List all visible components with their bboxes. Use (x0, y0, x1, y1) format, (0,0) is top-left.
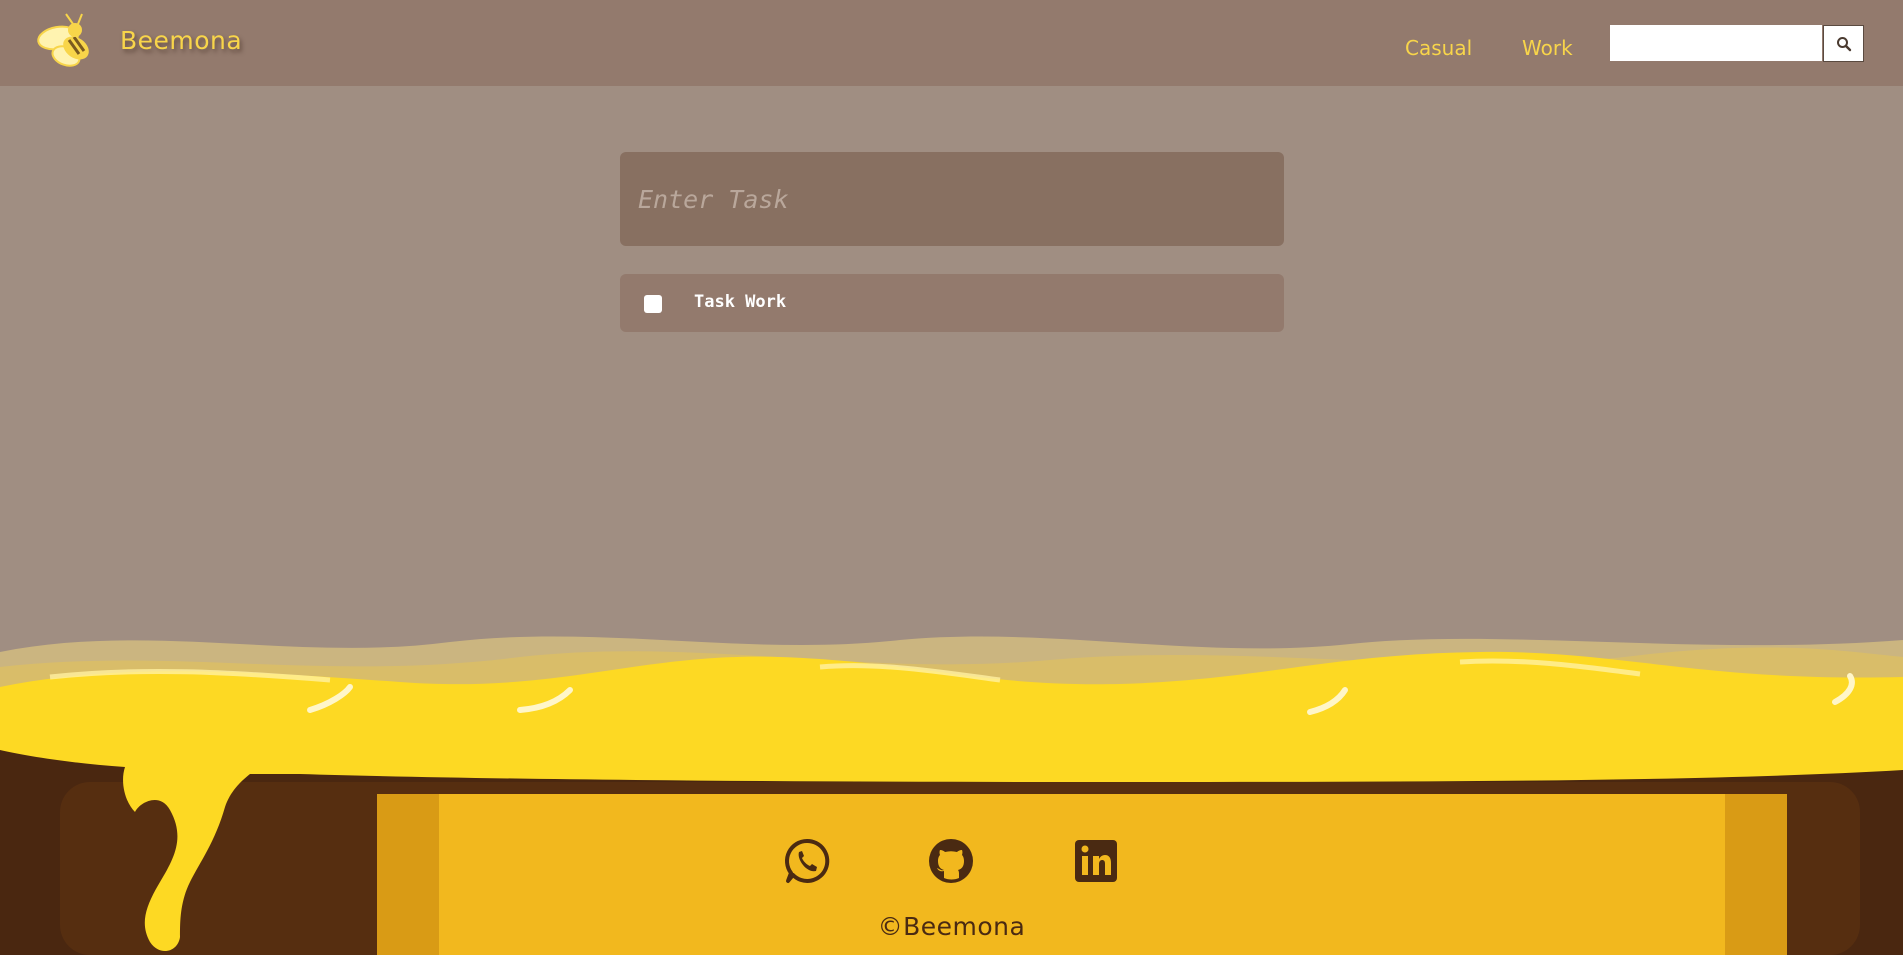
task-checkbox[interactable] (644, 295, 662, 313)
search-button[interactable] (1823, 25, 1864, 62)
search-icon (1836, 36, 1851, 51)
task-label: Task Work (694, 292, 787, 312)
copyright-text: ©Beemona (877, 912, 1026, 941)
navbar: Beemona Casual Work (0, 0, 1903, 86)
github-icon[interactable] (928, 838, 974, 884)
search-input[interactable] (1610, 25, 1822, 61)
honey-pot-illustration (0, 636, 1903, 955)
brand-name[interactable]: Beemona (120, 26, 242, 55)
nav-link-work[interactable]: Work (1522, 36, 1573, 60)
whatsapp-icon[interactable] (784, 838, 830, 884)
nav-link-casual[interactable]: Casual (1405, 36, 1472, 60)
task-input[interactable] (620, 152, 1284, 246)
bee-logo-icon[interactable] (36, 12, 100, 72)
linkedin-icon[interactable] (1073, 838, 1119, 884)
task-item[interactable]: Task Work (620, 274, 1284, 332)
